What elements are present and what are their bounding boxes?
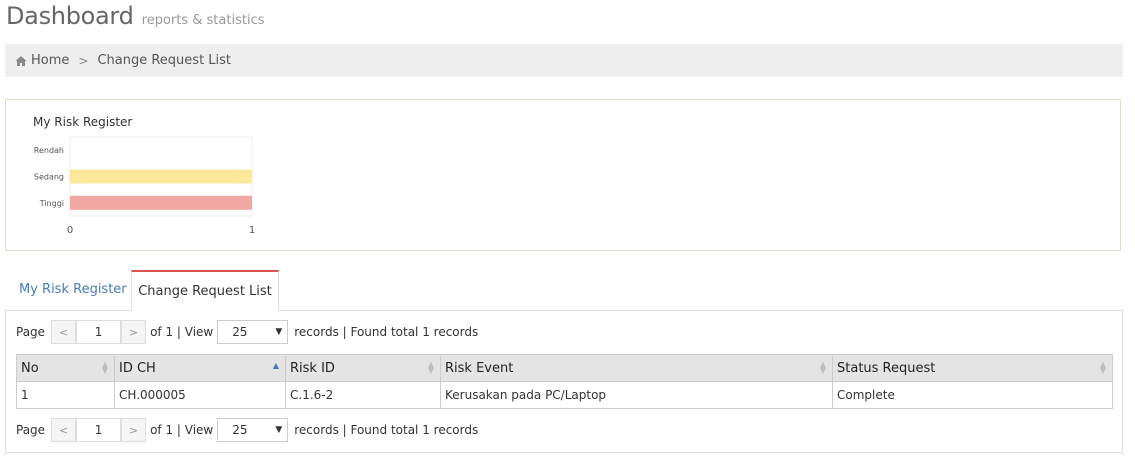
column-header-no[interactable]: No ▲ ▼	[16, 354, 115, 382]
chevron-down-icon: ▼	[275, 425, 283, 435]
cell-risk-event: Kerusakan pada PC/Laptop	[440, 381, 833, 409]
bar-sedang	[70, 169, 252, 184]
page-number-input[interactable]	[76, 320, 122, 344]
sort-icon: ▲ ▼	[1099, 360, 1106, 375]
risk-chart-panel: My Risk Register Rendah Sedang Tinggi 0 1	[5, 99, 1121, 251]
page-header: Dashboard reports & statistics	[6, 2, 264, 38]
column-header-label: Risk ID	[290, 360, 335, 376]
breadcrumb-home[interactable]: Home	[31, 53, 69, 68]
column-header-label: Status Request	[837, 360, 936, 376]
pager-of-text: of 1 | View	[150, 423, 214, 437]
tab-change-request-list[interactable]: Change Request List	[131, 270, 279, 311]
prev-page-button[interactable]: <	[51, 418, 77, 442]
page-size-value: 25	[232, 423, 248, 437]
bar-tinggi	[70, 195, 252, 210]
column-header-status-request[interactable]: Status Request ▲ ▼	[832, 354, 1113, 382]
x-tick-label: 1	[249, 225, 255, 236]
column-header-risk-event[interactable]: Risk Event ▲ ▼	[440, 354, 833, 382]
y-tick-label: Tinggi	[39, 199, 64, 208]
page-subtitle: reports & statistics	[141, 13, 265, 28]
pager-found-text: records | Found total 1 records	[294, 325, 479, 339]
y-tick-label: Rendah	[34, 146, 64, 155]
table-row: 1 CH.000005 C.1.6-2 Kerusakan pada PC/La…	[16, 381, 1113, 409]
change-request-panel: Page < > of 1 | View 25 ▼ records | Foun…	[5, 310, 1123, 453]
x-tick-label: 0	[67, 225, 73, 236]
sort-asc-icon: ▲	[272, 361, 279, 370]
pager-page-label: Page	[16, 423, 46, 437]
page-number-input[interactable]	[76, 418, 122, 442]
cell-id-ch[interactable]: CH.000005	[114, 381, 286, 409]
sort-icon: ▲ ▼	[819, 360, 826, 375]
column-header-label: ID CH	[119, 360, 156, 376]
next-page-button[interactable]: >	[121, 320, 147, 344]
change-request-table: No ▲ ▼ ID CH ▲ Risk ID ▲ ▼ Risk Event ▲ ▼ Statu…	[16, 354, 1113, 409]
cell-no: 1	[16, 381, 115, 409]
breadcrumb: Home > Change Request List	[5, 44, 1123, 77]
pager-bottom: Page < > of 1 | View 25 ▼ records | Foun…	[16, 418, 478, 442]
table-header-row: No ▲ ▼ ID CH ▲ Risk ID ▲ ▼ Risk Event ▲ ▼ Statu…	[16, 354, 1113, 382]
page-size-select[interactable]: 25 ▼	[217, 320, 289, 344]
pager-found-text: records | Found total 1 records	[294, 423, 479, 437]
home-icon[interactable]	[15, 55, 27, 67]
y-tick-label: Sedang	[34, 173, 64, 182]
breadcrumb-separator: >	[78, 53, 89, 68]
cell-risk-id: C.1.6-2	[285, 381, 441, 409]
page-title: Dashboard	[6, 2, 134, 30]
next-page-button[interactable]: >	[121, 418, 147, 442]
tab-bar: My Risk Register Change Request List	[5, 270, 1123, 311]
prev-page-button[interactable]: <	[51, 320, 77, 344]
sort-icon: ▲ ▼	[101, 360, 108, 375]
sort-icon: ▲ ▼	[427, 360, 434, 375]
column-header-id-ch[interactable]: ID CH ▲	[114, 354, 286, 382]
page-size-value: 25	[232, 325, 248, 339]
breadcrumb-current: Change Request List	[97, 53, 232, 68]
page-size-select[interactable]: 25 ▼	[217, 418, 289, 442]
pager-of-text: of 1 | View	[150, 325, 214, 339]
pager-top: Page < > of 1 | View 25 ▼ records | Foun…	[16, 320, 478, 344]
column-header-label: Risk Event	[445, 360, 514, 376]
pager-page-label: Page	[16, 325, 46, 339]
column-header-risk-id[interactable]: Risk ID ▲ ▼	[285, 354, 441, 382]
column-header-label: No	[21, 360, 39, 376]
tab-my-risk-register[interactable]: My Risk Register	[5, 270, 141, 309]
chevron-down-icon: ▼	[275, 327, 283, 337]
cell-status-request: Complete	[832, 381, 1113, 409]
risk-bar-chart: Rendah Sedang Tinggi 0 1	[34, 136, 255, 236]
